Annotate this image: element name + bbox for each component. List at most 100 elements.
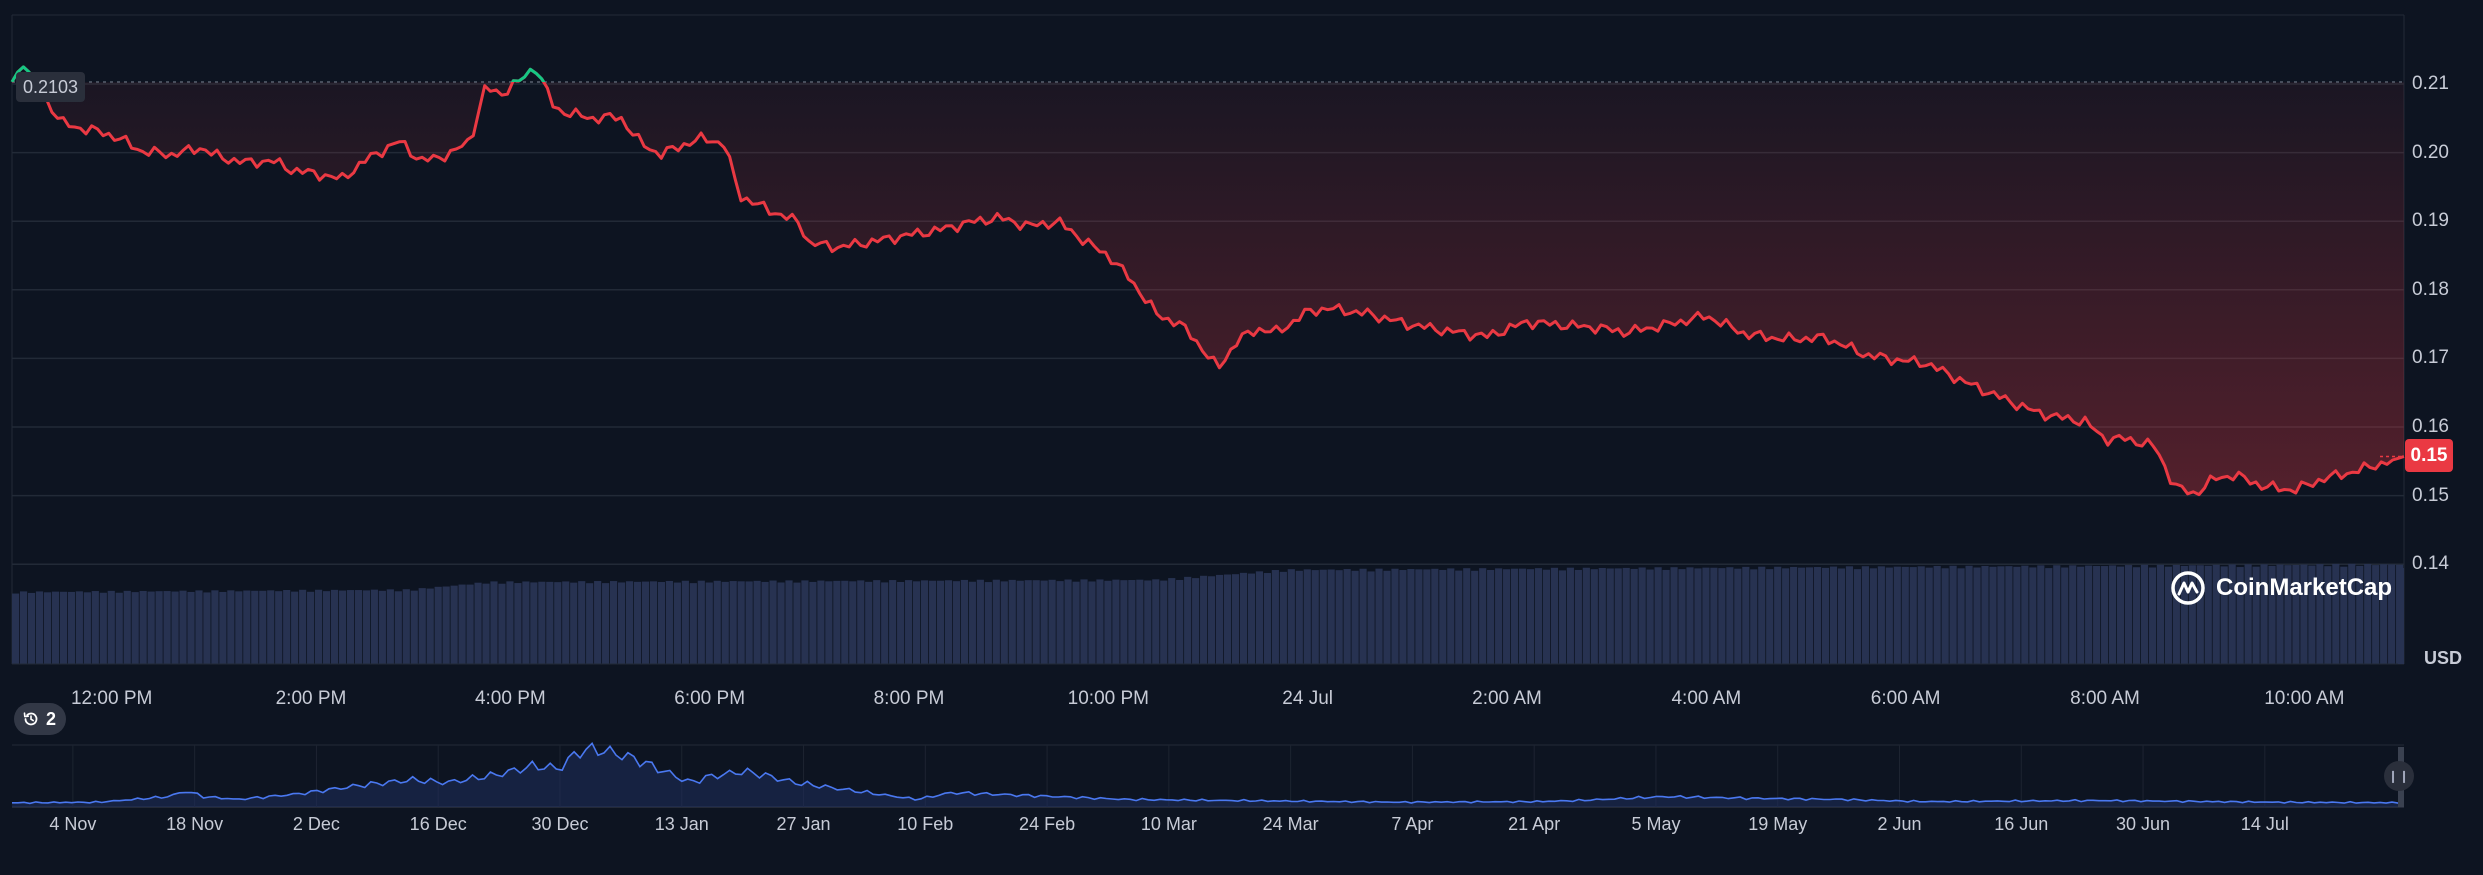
x-tick-label: 2:00 PM [275, 688, 347, 709]
volume-bar [952, 581, 961, 664]
volume-bar [920, 580, 929, 664]
volume-bar [1630, 568, 1638, 664]
volume-bar [498, 583, 506, 664]
x-tick-label: 10:00 PM [1067, 688, 1149, 709]
volume-bar [936, 580, 945, 664]
volume-bar [681, 580, 689, 664]
volume-bar [1790, 566, 1798, 664]
volume-bar [2132, 567, 2141, 664]
volume-bar [1598, 567, 1606, 664]
navigator-handle[interactable]: ❙❙ [2384, 761, 2414, 791]
y-tick-label: 0.19 [2412, 210, 2449, 232]
volume-bar [1654, 567, 1662, 664]
volume-bar [817, 580, 825, 664]
volume-bar [67, 591, 75, 664]
x-tick-label: 10:00 AM [2264, 688, 2345, 709]
volume-bar [386, 589, 394, 664]
navigator-tick-label: 19 May [1748, 814, 1808, 834]
volume-bar [976, 579, 984, 664]
volume-bar [1534, 568, 1543, 664]
x-tick-label: 4:00 PM [474, 688, 546, 709]
volume-bar [785, 580, 793, 664]
volume-bar [1144, 580, 1152, 664]
y-tick-label: 0.21 [2412, 73, 2449, 94]
volume-bar [506, 581, 514, 664]
volume-bar [1774, 566, 1782, 664]
volume-bar [1247, 573, 1256, 664]
volume-bar [793, 582, 801, 664]
navigator-tick-label: 10 Mar [1140, 814, 1197, 834]
volume-bar [267, 590, 275, 664]
volume-bar [1399, 570, 1407, 664]
volume-bar [378, 590, 386, 664]
start-price-label: 0.2103 [16, 72, 86, 102]
volume-bar [2037, 565, 2045, 664]
volume-bar [291, 591, 299, 664]
x-tick-label: 2:00 AM [1472, 688, 1542, 709]
y-tick-label: 0.15 [2412, 484, 2449, 506]
navigator-tick-label: 2 Dec [292, 814, 340, 834]
volume-bar [1383, 570, 1391, 664]
volume-bar [1949, 565, 1957, 664]
y-tick-label: 0.20 [2412, 141, 2449, 163]
navigator-tick-label: 7 Apr [1391, 814, 1434, 834]
volume-bar [179, 590, 187, 664]
volume-bar [1192, 578, 1200, 664]
volume-bar [960, 579, 969, 664]
x-tick-label: 6:00 PM [674, 688, 746, 709]
navigator-tick-label: 27 Jan [776, 814, 831, 834]
price-chart-canvas[interactable] [0, 0, 2483, 875]
volume-bar [689, 583, 697, 664]
volume-bar [19, 591, 28, 664]
volume-bar [123, 590, 131, 664]
volume-bar [251, 590, 259, 664]
volume-bar [1686, 567, 1694, 664]
volume-bar [1845, 566, 1854, 664]
volume-bar [562, 581, 570, 664]
history-button[interactable]: 2 [14, 703, 67, 735]
volume-bar [442, 586, 450, 664]
volume-bar [402, 589, 410, 664]
volume-bar [1806, 567, 1814, 664]
volume-bar [968, 581, 976, 664]
volume-bar [1471, 570, 1479, 664]
volume-bar [1526, 569, 1535, 664]
volume-bar [2124, 565, 2133, 664]
volume-bar [865, 581, 873, 664]
volume-bar [705, 582, 713, 664]
volume-bar [51, 591, 60, 664]
watermark-text: CoinMarketCap [2216, 574, 2393, 601]
volume-bar [2148, 567, 2157, 664]
navigator-tick-label: 16 Dec [409, 814, 467, 834]
volume-bar [673, 582, 681, 664]
volume-bar [1726, 567, 1734, 664]
volume-bar [554, 582, 562, 664]
volume-bar [1782, 568, 1790, 664]
volume-bar [984, 582, 992, 664]
volume-bar [2156, 564, 2165, 664]
navigator-tick-label: 5 May [1631, 814, 1681, 834]
volume-bar [1184, 576, 1192, 664]
history-count: 2 [46, 708, 57, 729]
volume-bar [2045, 568, 2053, 664]
volume-bar [2140, 564, 2149, 664]
volume-bar [745, 581, 753, 664]
volume-bar [12, 593, 20, 664]
volume-bar [1056, 581, 1064, 664]
volume-bar [1048, 579, 1056, 664]
volume-bar [1287, 569, 1295, 664]
volume-bar [777, 582, 785, 664]
volume-bar [1909, 567, 1917, 664]
volume-bar [227, 590, 235, 664]
volume-bar [1678, 569, 1686, 664]
volume-bar [1742, 566, 1750, 664]
volume-bar [2061, 567, 2069, 664]
volume-bar [1710, 567, 1718, 664]
x-tick-label: 4:00 AM [1671, 688, 1742, 709]
volume-bar [873, 580, 881, 664]
volume-bar [155, 591, 163, 664]
volume-bar [1853, 569, 1862, 664]
x-tick-label: 24 Jul [1282, 688, 1334, 709]
volume-bar [1813, 567, 1822, 664]
y-tick-label: 0.17 [2412, 347, 2449, 369]
